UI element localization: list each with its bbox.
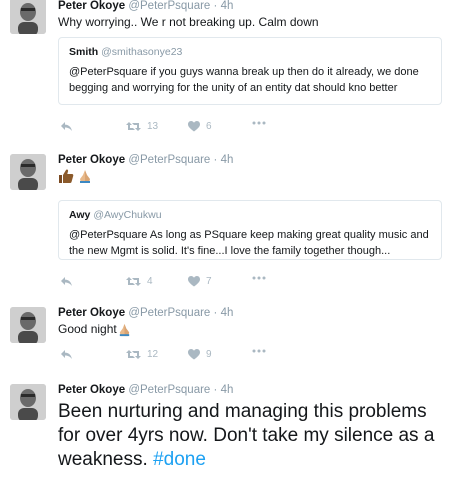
like-button[interactable]: 6: [188, 121, 212, 132]
quoted-tweet[interactable]: Smith @smithasonye23 @PeterPsquare if yo…: [58, 37, 442, 105]
author-handle[interactable]: @PeterPsquare: [128, 384, 210, 396]
retweet-icon: [126, 350, 141, 359]
more-button[interactable]: [252, 276, 266, 280]
like-count: 9: [206, 349, 212, 360]
tweet-text: Why worrying.. We r not breaking up. Cal…: [58, 15, 319, 29]
avatar-image: [10, 307, 46, 343]
avatar[interactable]: [10, 307, 46, 343]
quote-author-name: Awy: [69, 209, 91, 221]
quote-text: @PeterPsquare if you guys wanna break up…: [69, 66, 419, 94]
avatar-image: [10, 0, 46, 34]
author-handle[interactable]: @PeterPsquare: [128, 307, 210, 319]
avatar[interactable]: [10, 154, 46, 190]
like-count: 7: [206, 276, 212, 287]
reply-icon: [61, 277, 72, 286]
quote-header: Smith @smithasonye23: [69, 46, 431, 58]
author-name[interactable]: Peter Okoye: [58, 0, 125, 12]
author-handle[interactable]: @PeterPsquare: [128, 0, 210, 12]
heart-icon: [188, 276, 200, 287]
reply-icon: [61, 122, 72, 131]
tweet-header: Peter Okoye @PeterPsquare · 4h: [58, 307, 233, 319]
avatar-image: [10, 154, 46, 190]
tweet-header: Peter Okoye @PeterPsquare · 4h: [58, 384, 233, 396]
praying-hands-icon: [119, 324, 129, 337]
author-name[interactable]: Peter Okoye: [58, 307, 125, 319]
like-count: 6: [206, 121, 212, 132]
more-button[interactable]: [252, 349, 266, 353]
quote-header: Awy @AwyChukwu: [69, 209, 431, 221]
quote-author-handle: @smithasonye23: [101, 46, 183, 58]
retweet-count: 12: [147, 349, 159, 360]
retweet-button[interactable]: 12: [126, 349, 158, 360]
tweet-text-content: Good night: [58, 322, 117, 336]
quote-text: @PeterPsquare As long as PSquare keep ma…: [69, 229, 429, 257]
quote-author-handle: @AwyChukwu: [93, 209, 162, 221]
retweet-button[interactable]: 13: [126, 121, 158, 132]
avatar[interactable]: [10, 0, 46, 34]
author-handle[interactable]: @PeterPsquare: [128, 154, 210, 166]
author-name[interactable]: Peter Okoye: [58, 154, 125, 166]
timestamp[interactable]: 4h: [221, 384, 234, 396]
retweet-count: 13: [147, 121, 159, 132]
timestamp[interactable]: 4h: [221, 154, 234, 166]
heart-icon: [188, 121, 200, 132]
tweet-text-content: Been nurturing and managing this problem…: [58, 401, 435, 470]
more-icon: [252, 121, 266, 125]
quoted-tweet[interactable]: Awy @AwyChukwu @PeterPsquare As long as …: [58, 200, 442, 260]
more-button[interactable]: [252, 121, 266, 125]
retweet-icon: [126, 122, 141, 131]
author-name[interactable]: Peter Okoye: [58, 384, 125, 396]
thumbs-up-icon: [59, 169, 74, 183]
tweet-text: [58, 168, 93, 184]
retweet-icon: [126, 277, 141, 286]
tweet-header: Peter Okoye @PeterPsquare · 4h: [58, 154, 233, 166]
heart-icon: [188, 349, 200, 360]
avatar-image: [10, 384, 46, 420]
separator: ·: [213, 384, 218, 396]
tweet-text-large: Been nurturing and managing this problem…: [58, 400, 450, 472]
tweet-text: Good night: [58, 322, 132, 337]
praying-hands-icon: [80, 170, 91, 183]
more-icon: [252, 349, 266, 353]
avatar[interactable]: [10, 384, 46, 420]
timestamp[interactable]: 4h: [221, 307, 234, 319]
more-icon: [252, 276, 266, 280]
timestamp[interactable]: 4h: [221, 0, 234, 12]
tweet-header: Peter Okoye @PeterPsquare · 4h: [58, 0, 233, 12]
reply-button[interactable]: [60, 349, 73, 360]
quote-author-name: Smith: [69, 46, 99, 58]
reply-icon: [61, 350, 72, 359]
retweet-button[interactable]: 4: [126, 276, 153, 287]
reply-button[interactable]: [60, 276, 73, 287]
separator: ·: [213, 307, 218, 319]
hashtag-link[interactable]: #done: [153, 449, 206, 470]
retweet-count: 4: [147, 276, 153, 287]
reply-button[interactable]: [60, 121, 73, 132]
like-button[interactable]: 9: [188, 349, 212, 360]
like-button[interactable]: 7: [188, 276, 212, 287]
separator: ·: [213, 0, 218, 12]
separator: ·: [213, 154, 218, 166]
